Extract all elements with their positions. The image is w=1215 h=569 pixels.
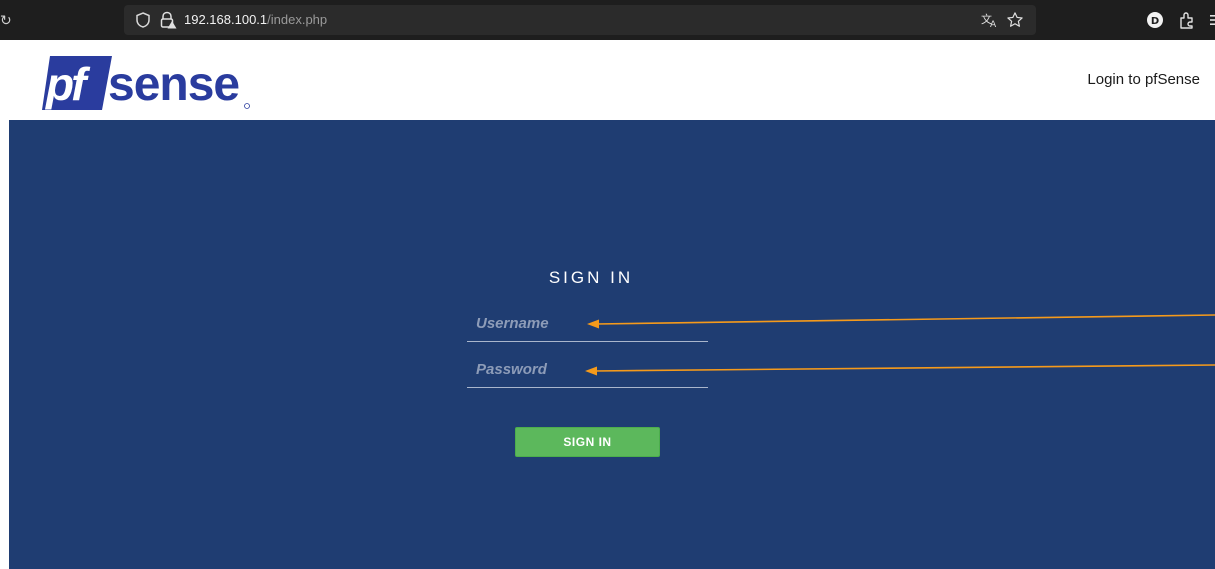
lock-warning-icon[interactable]: [158, 5, 178, 35]
username-input[interactable]: Username: [467, 308, 708, 342]
address-bar[interactable]: 192.168.100.1/index.php 文 A: [124, 5, 1036, 35]
url-path: /index.php: [267, 12, 328, 27]
login-to-pfsense-link[interactable]: Login to pfSense: [1087, 71, 1200, 88]
sign-in-button[interactable]: SIGN IN: [515, 427, 660, 457]
svg-text:A: A: [990, 20, 997, 28]
translate-icon[interactable]: 文 A: [980, 5, 1000, 35]
bookmark-star-icon[interactable]: [1004, 5, 1026, 35]
url-host: 192.168.100.1: [184, 12, 268, 27]
login-panel: SIGN IN Username Password SIGN IN: [9, 120, 1215, 569]
username-placeholder: Username: [476, 315, 549, 332]
profile-icon[interactable]: D: [1144, 9, 1166, 31]
shield-icon[interactable]: [134, 5, 152, 35]
menu-icon[interactable]: [1208, 9, 1215, 31]
pfsense-logo[interactable]: pf sense: [42, 50, 262, 114]
sign-in-heading: SIGN IN: [548, 268, 634, 287]
browser-toolbar: ↻ 192.168.100.1/index.php 文 A D: [0, 0, 1215, 40]
site-header: pf sense Login to pfSense: [0, 40, 1215, 120]
profile-initial: D: [1151, 16, 1159, 27]
reload-icon[interactable]: ↻: [0, 12, 12, 28]
password-placeholder: Password: [476, 361, 547, 378]
url-text[interactable]: 192.168.100.1/index.php: [184, 12, 327, 28]
extensions-icon[interactable]: [1176, 9, 1198, 31]
password-input[interactable]: Password: [467, 354, 708, 388]
pfsense-logo-graphic: pf sense: [42, 56, 250, 111]
svg-text:sense: sense: [108, 58, 239, 111]
